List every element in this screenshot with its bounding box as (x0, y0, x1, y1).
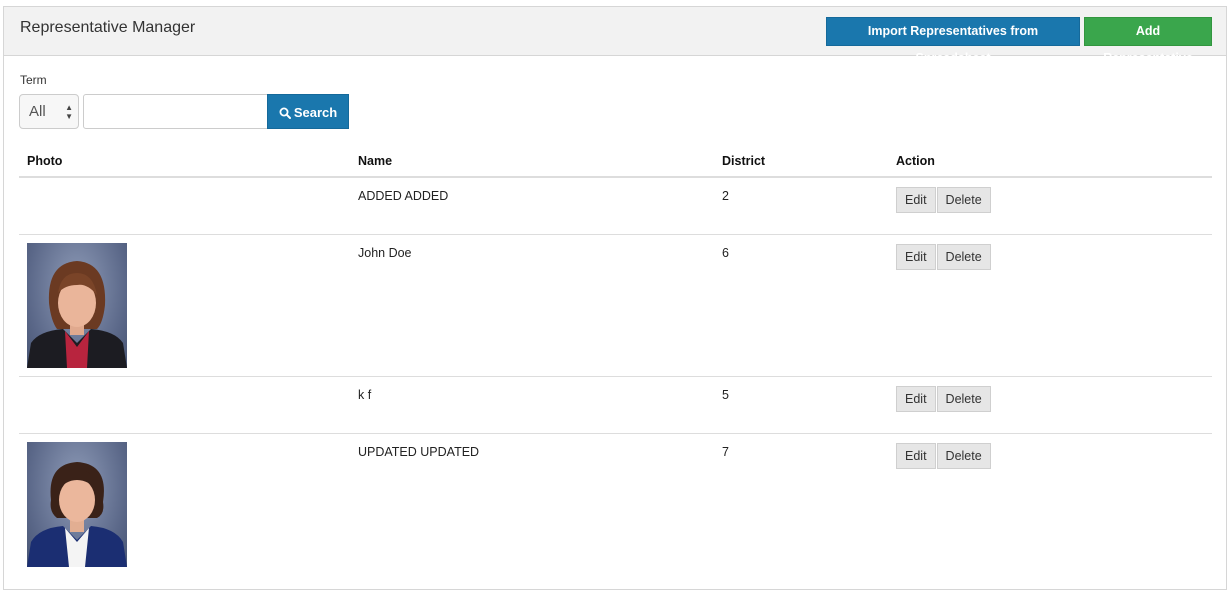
search-icon (279, 107, 291, 119)
table-row: UPDATED UPDATED 7 Edit Delete (19, 434, 1212, 576)
representative-photo (27, 442, 127, 567)
edit-button[interactable]: Edit (896, 187, 936, 213)
row-name: John Doe (358, 246, 412, 260)
row-actions: Edit Delete (896, 244, 992, 270)
row-district: 6 (722, 246, 729, 260)
table-row: k f 5 Edit Delete (19, 377, 1212, 434)
representative-photo (27, 243, 127, 368)
search-button[interactable]: Search (267, 94, 349, 129)
row-actions: Edit Delete (896, 443, 992, 469)
select-arrows-icon: ▲ ▼ (65, 103, 73, 121)
search-button-label: Search (293, 105, 338, 120)
column-action: Action (896, 154, 935, 168)
table-row: John Doe 6 Edit Delete (19, 235, 1212, 377)
panel-header: Representative Manager Import Representa… (4, 7, 1226, 65)
row-actions: Edit Delete (896, 187, 992, 213)
term-label: Term (20, 73, 47, 87)
portrait-image (27, 261, 127, 368)
import-spreadsheet-button[interactable]: Import Representatives from Spreadsheet (826, 17, 1080, 65)
row-name: UPDATED UPDATED (358, 445, 480, 459)
row-district: 2 (722, 189, 729, 203)
delete-button[interactable]: Delete (936, 244, 991, 270)
row-name: k f (358, 388, 372, 402)
column-district: District (722, 154, 766, 168)
table-header: Photo Name District Action (19, 147, 1212, 178)
portrait-image (27, 462, 127, 567)
delete-button[interactable]: Delete (936, 443, 991, 469)
page-title: Representative Manager (20, 19, 196, 36)
column-name: Name (358, 154, 393, 168)
edit-button[interactable]: Edit (896, 244, 936, 270)
representatives-table: Photo Name District Action ADDED ADDED 2… (19, 147, 1212, 576)
term-select-value: All (29, 103, 46, 120)
delete-button[interactable]: Delete (936, 386, 991, 412)
search-input[interactable] (83, 94, 268, 129)
edit-button[interactable]: Edit (896, 386, 936, 412)
column-photo: Photo (27, 154, 63, 168)
row-district: 7 (722, 445, 729, 459)
add-representative-button[interactable]: Add Representative (1084, 17, 1212, 65)
delete-button[interactable]: Delete (936, 187, 991, 213)
row-district: 5 (722, 388, 729, 402)
representative-panel: Representative Manager Import Representa… (3, 6, 1227, 590)
row-actions: Edit Delete (896, 386, 992, 412)
table-row: ADDED ADDED 2 Edit Delete (19, 178, 1212, 235)
row-name: ADDED ADDED (358, 189, 449, 203)
term-select[interactable]: All ▲ ▼ (19, 94, 79, 129)
edit-button[interactable]: Edit (896, 443, 936, 469)
